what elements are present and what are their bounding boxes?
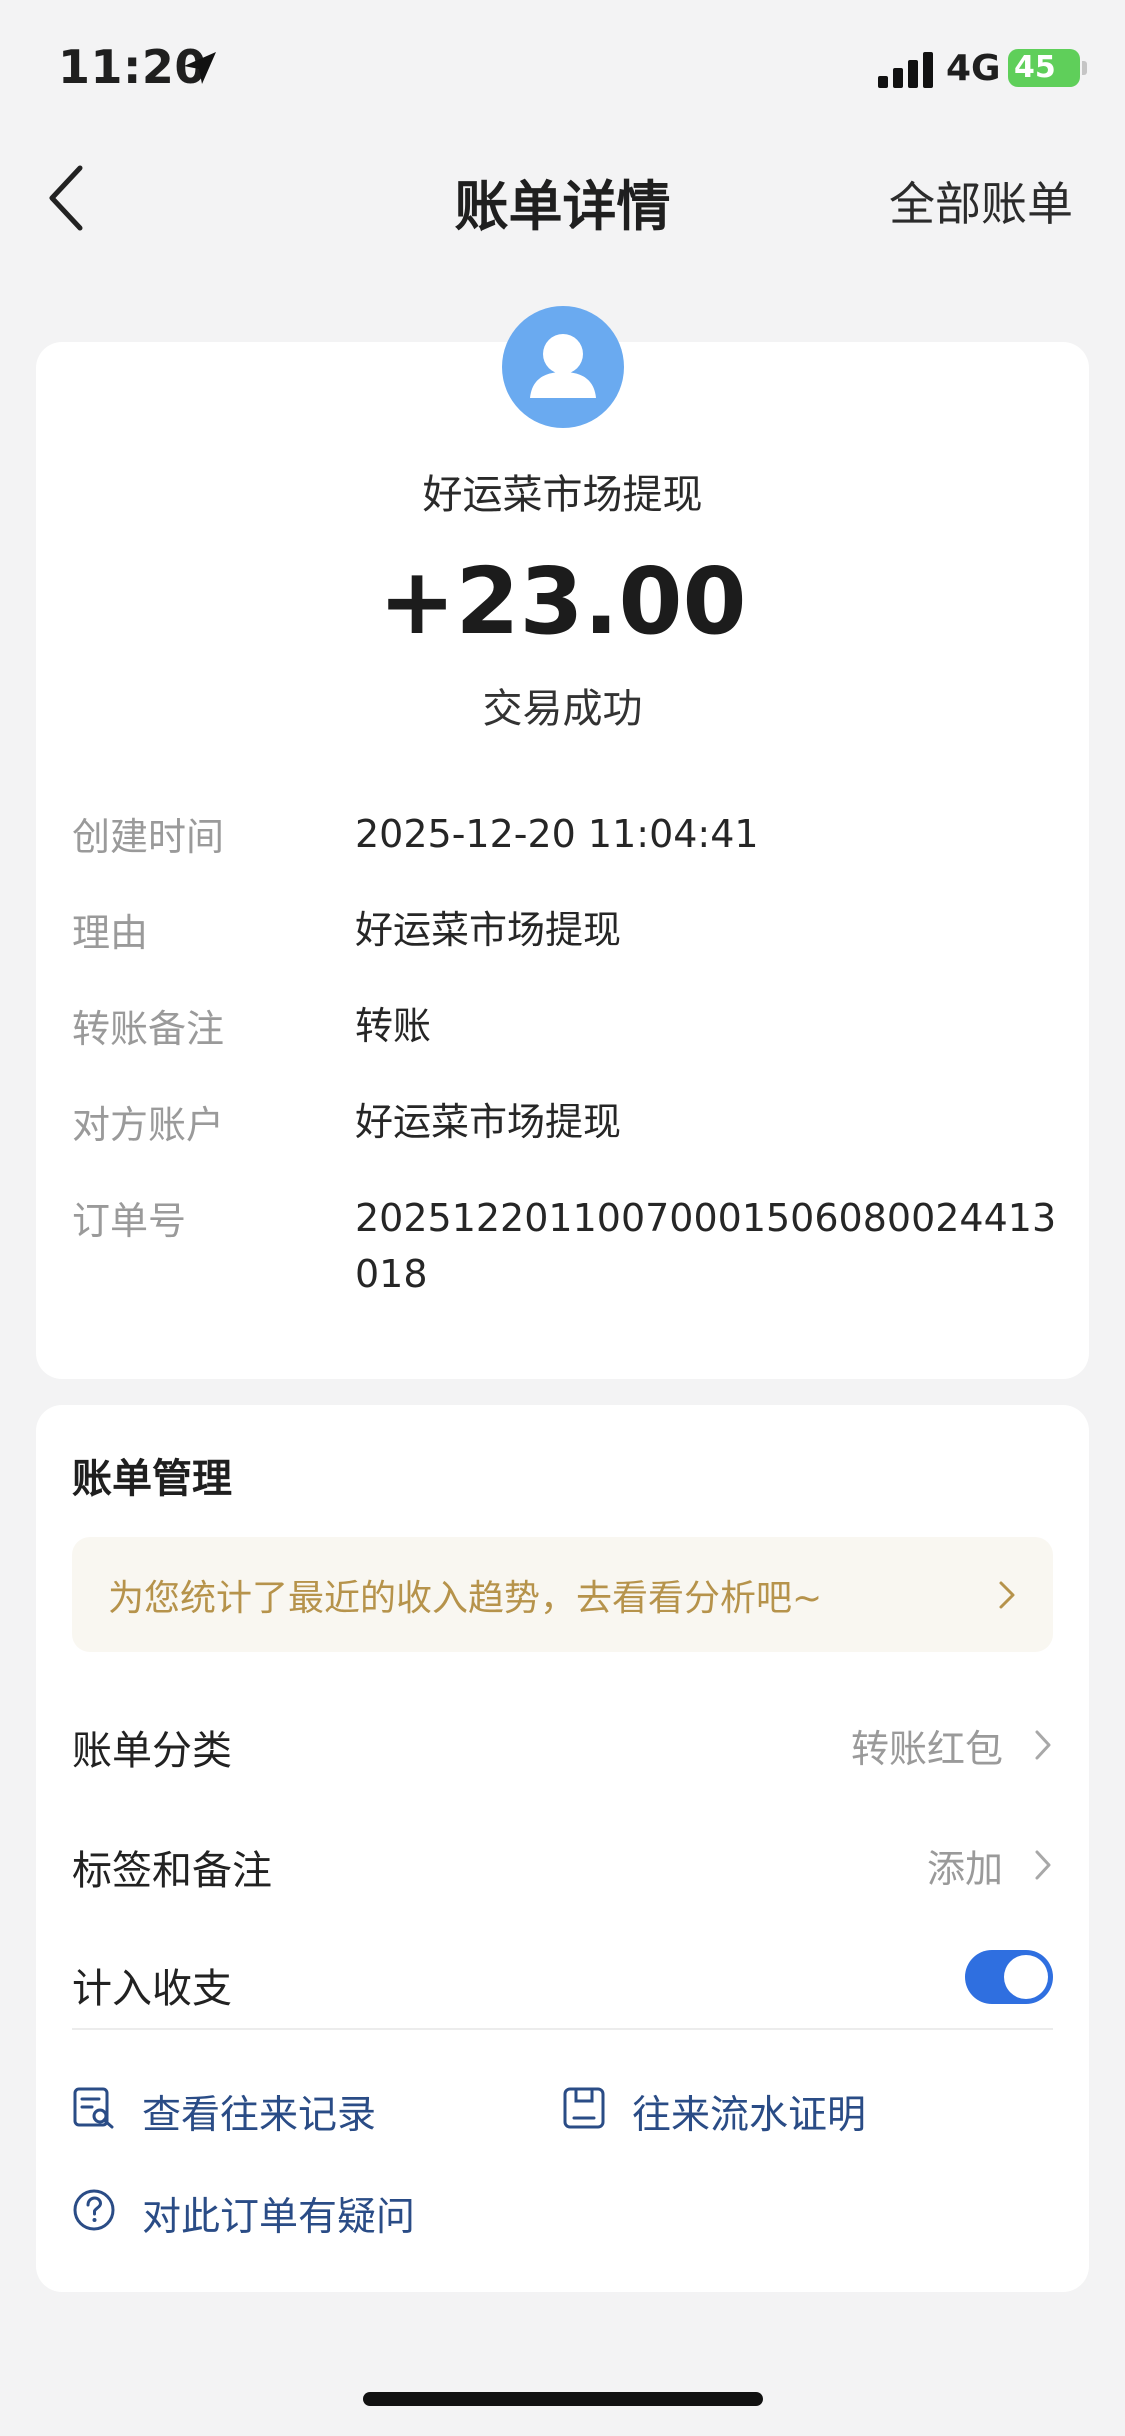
chevron-right-icon [999, 1581, 1015, 1609]
detail-label: 订单号 [72, 1199, 187, 1243]
tags-notes-row[interactable]: 标签和备注 添加 [72, 1830, 1053, 1900]
status-bar: 11:20 4G 45 [0, 0, 1125, 140]
question-circle-icon [73, 2189, 115, 2231]
action-label: 查看往来记录 [142, 2093, 377, 2138]
transaction-amount: +23.00 [378, 548, 747, 655]
section-title: 账单管理 [72, 1456, 232, 1502]
row-value: 添加 [926, 1847, 1003, 1891]
detail-label: 理由 [72, 911, 149, 955]
home-indicator[interactable] [363, 2392, 763, 2406]
bill-category-row[interactable]: 账单分类 转账红包 [72, 1710, 1053, 1780]
person-icon [530, 334, 596, 398]
all-bills-link[interactable]: 全部账单 [889, 168, 1073, 234]
action-label: 对此订单有疑问 [142, 2195, 416, 2240]
battery-cap [1082, 61, 1087, 75]
chevron-right-icon [1035, 1850, 1051, 1880]
battery-level: 45 [1014, 50, 1056, 85]
tip-text: 为您统计了最近的收入趋势，去看看分析吧~ [108, 1578, 823, 1619]
detail-value: 好运菜市场提现 [355, 908, 622, 952]
chevron-right-icon [1035, 1730, 1051, 1760]
battery-icon: 45 [1008, 49, 1080, 87]
detail-value: 好运菜市场提现 [355, 1100, 622, 1144]
detail-value: 2025-12-20 11:04:41 [355, 812, 759, 856]
action-label: 往来流水证明 [632, 2093, 867, 2138]
detail-label: 对方账户 [72, 1103, 225, 1147]
detail-label: 创建时间 [72, 815, 225, 859]
flow-proof-link[interactable]: 往来流水证明 [562, 2078, 982, 2138]
row-value: 转账红包 [850, 1727, 1003, 1771]
transaction-status: 交易成功 [482, 686, 643, 732]
avatar [502, 306, 624, 428]
detail-value: 转账 [355, 1004, 432, 1048]
toggle-knob [1004, 1955, 1048, 1999]
row-label: 账单分类 [72, 1728, 232, 1774]
records-search-icon [73, 2087, 114, 2129]
row-label: 标签和备注 [72, 1848, 272, 1894]
include-in-balance-toggle[interactable] [965, 1950, 1053, 2004]
document-proof-icon [563, 2087, 605, 2129]
order-question-link[interactable]: 对此订单有疑问 [72, 2180, 512, 2240]
cellular-signal-icon [878, 52, 933, 88]
network-type: 4G [946, 48, 1001, 89]
merchant-name: 好运菜市场提现 [422, 472, 703, 518]
view-records-link[interactable]: 查看往来记录 [72, 2078, 472, 2138]
order-number-value[interactable]: 20251220110070001506080024413018 [355, 1190, 1075, 1302]
income-trend-banner[interactable]: 为您统计了最近的收入趋势，去看看分析吧~ [72, 1537, 1053, 1652]
location-arrow-icon [184, 52, 216, 84]
detail-label: 转账备注 [72, 1007, 225, 1051]
row-label: 计入收支 [72, 1966, 232, 2012]
include-in-balance-row: 计入收支 [72, 1948, 1053, 2018]
divider [72, 2028, 1053, 2030]
